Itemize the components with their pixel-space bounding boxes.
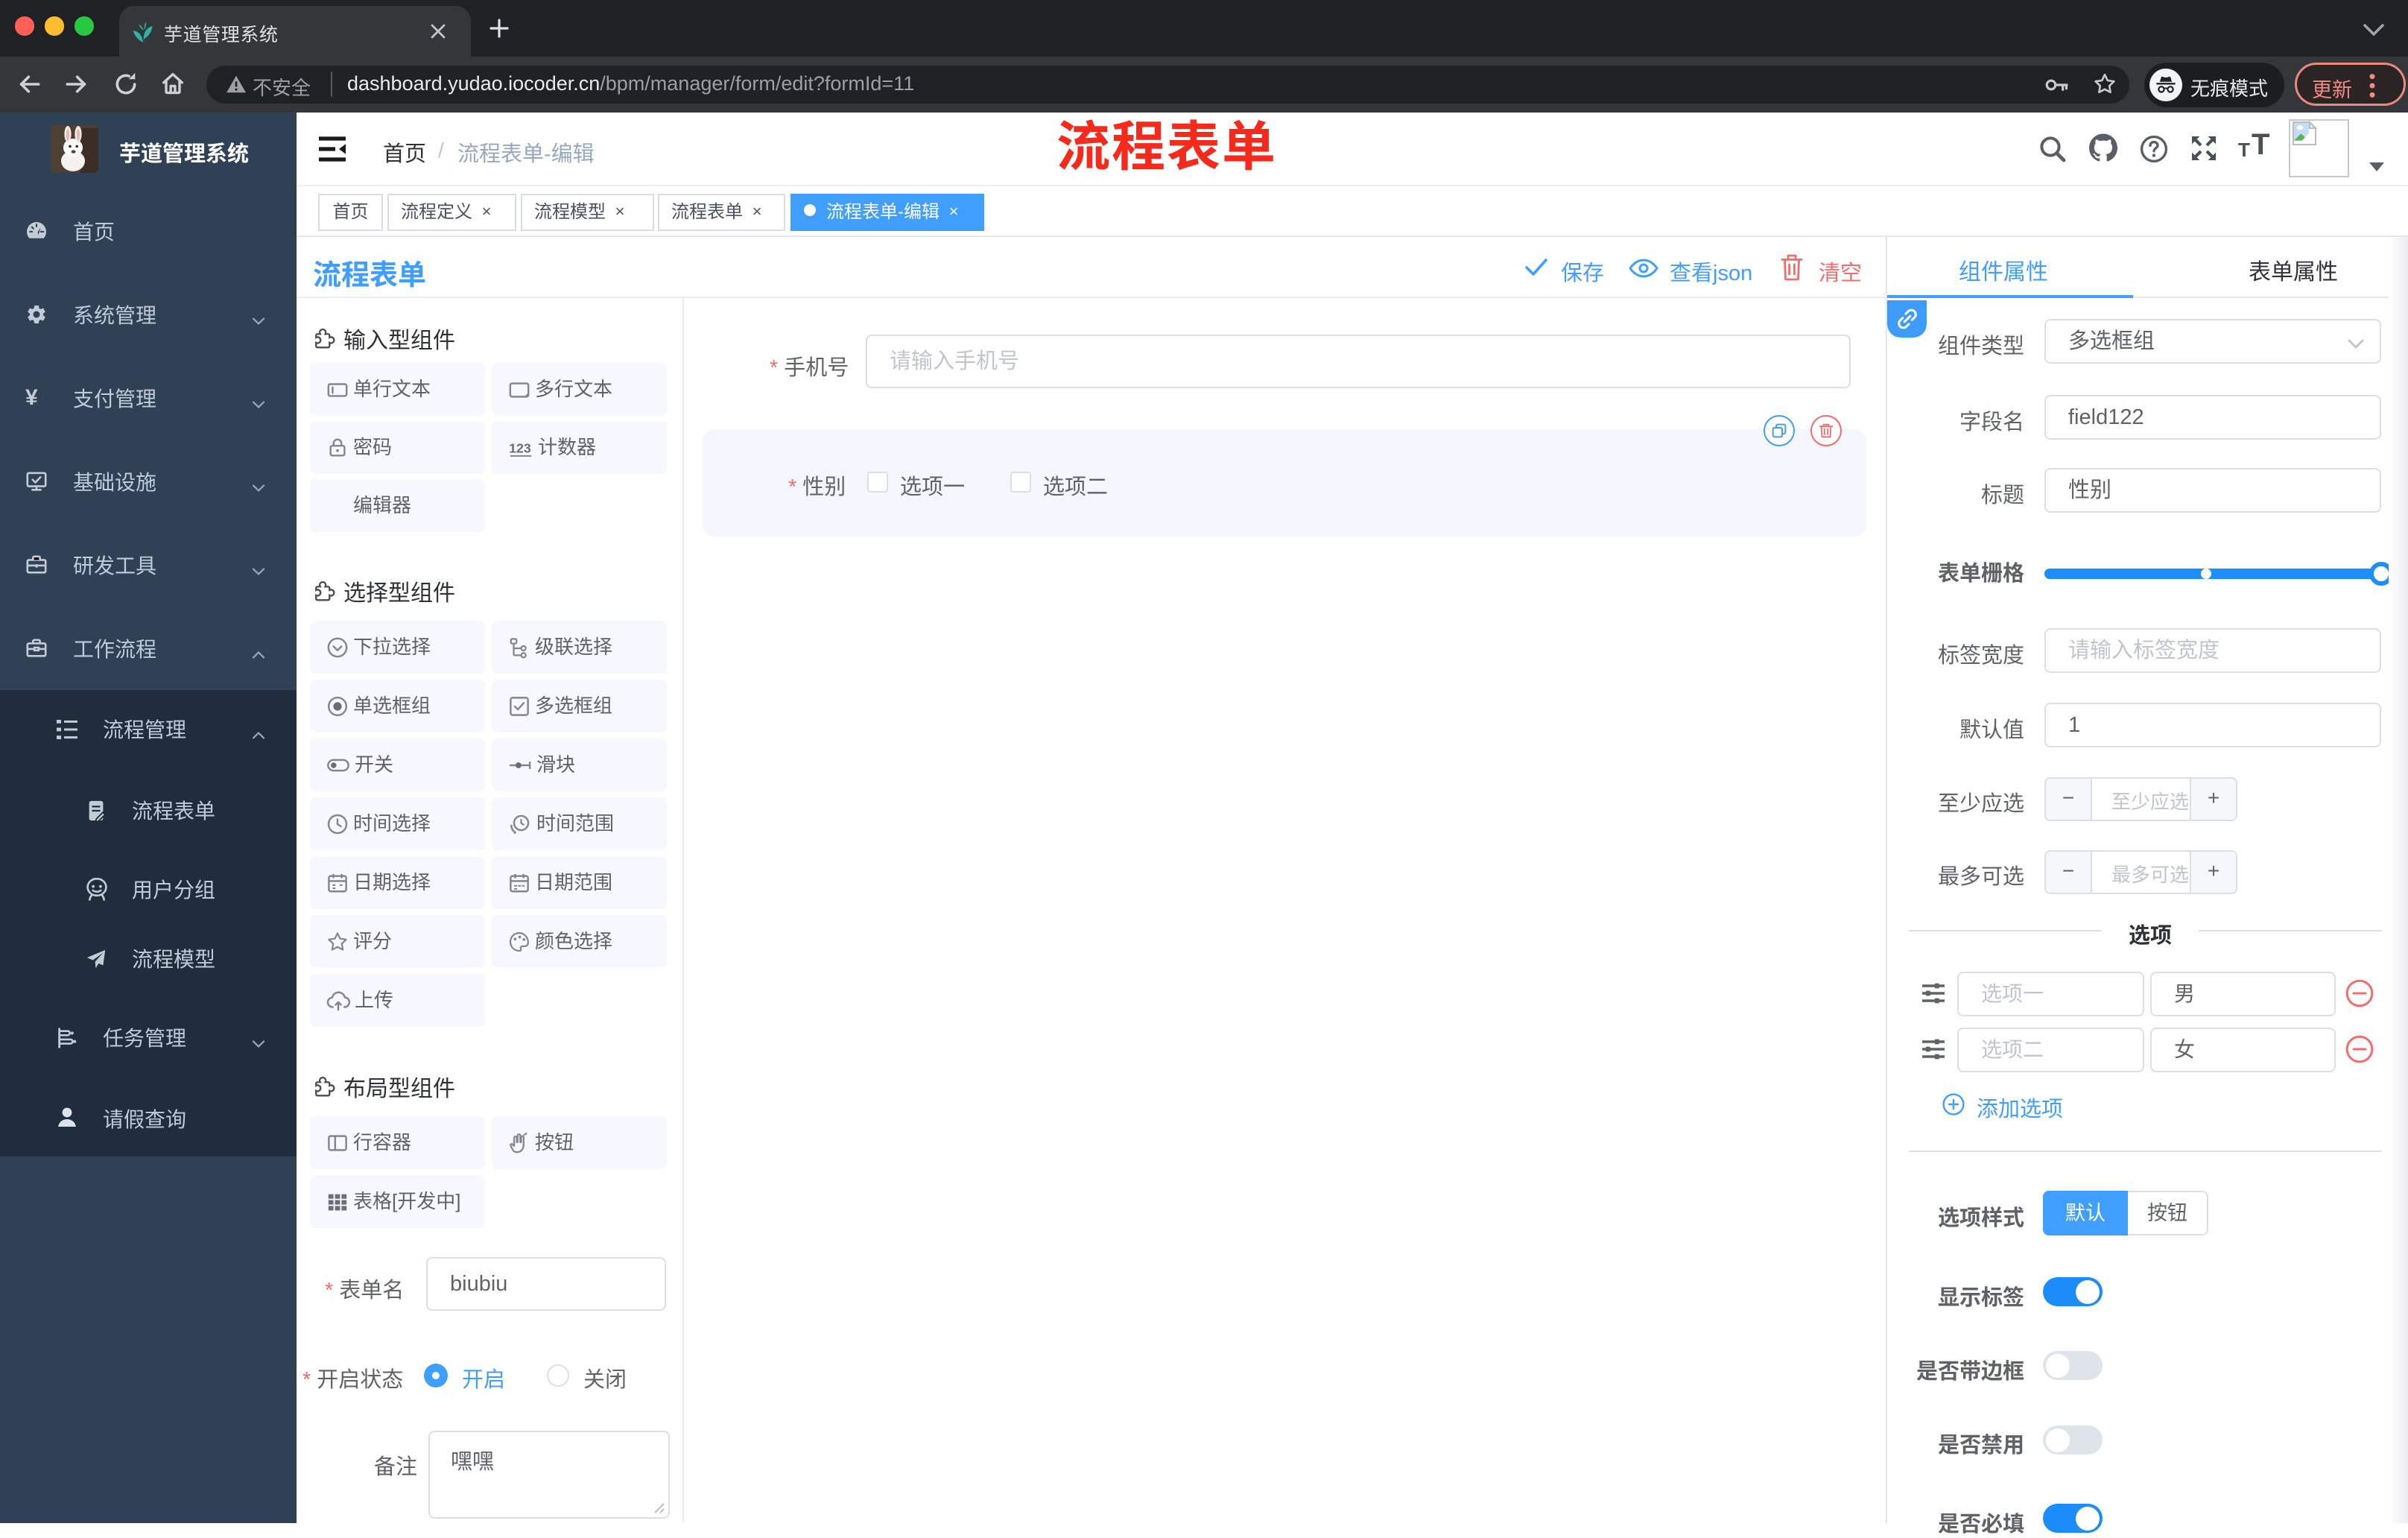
svg-text:123: 123 <box>509 441 531 456</box>
